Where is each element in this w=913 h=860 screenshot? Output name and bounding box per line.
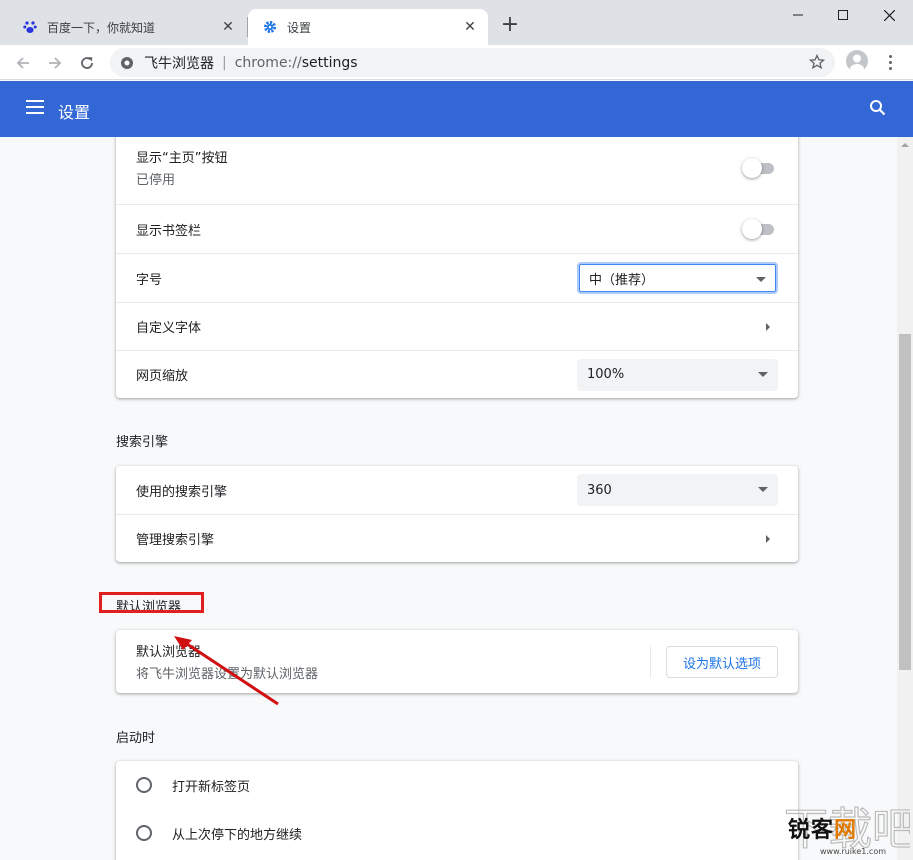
url-scheme: chrome:// bbox=[234, 54, 302, 71]
home-button-toggle[interactable] bbox=[742, 157, 774, 178]
startup-option-label: 从上次停下的地方继续 bbox=[172, 827, 303, 843]
search-engine-select[interactable]: 360 bbox=[577, 474, 778, 506]
annotation-arrow-icon bbox=[174, 636, 279, 706]
page-title: 设置 bbox=[58, 103, 91, 122]
search-engine-card: 使用的搜索引擎 360 管理搜索引擎 bbox=[116, 466, 798, 562]
startup-option-continue[interactable]: 从上次停下的地方继续 bbox=[116, 809, 798, 857]
search-engine-section-title: 搜索引擎 bbox=[116, 435, 169, 450]
address-bar[interactable]: 飞牛浏览器 | chrome://settings bbox=[110, 48, 835, 77]
startup-card: 打开新标签页 从上次停下的地方继续 bbox=[116, 761, 798, 860]
reload-icon[interactable] bbox=[74, 50, 100, 76]
font-size-value: 中（推荐） bbox=[589, 272, 655, 288]
font-size-label: 字号 bbox=[136, 272, 163, 288]
tab-title: 百度一下，你就知道 bbox=[47, 20, 156, 35]
tab-strip: 百度一下，你就知道 ✕ 设置 ✕ + bbox=[0, 0, 913, 45]
dropdown-caret-icon bbox=[756, 277, 766, 282]
radio-button[interactable] bbox=[136, 825, 152, 841]
watermark-brand-b: 网 bbox=[834, 818, 858, 843]
startup-section-title: 启动时 bbox=[116, 731, 156, 746]
custom-fonts-label: 自定义字体 bbox=[136, 321, 202, 336]
custom-fonts-row[interactable]: 自定义字体 bbox=[116, 302, 798, 350]
forward-arrow-icon[interactable] bbox=[42, 50, 68, 76]
new-tab-plus-icon[interactable]: + bbox=[499, 14, 521, 37]
url-path: settings bbox=[301, 54, 358, 71]
search-engine-value: 360 bbox=[587, 482, 612, 498]
settings-header: 设置 bbox=[0, 81, 913, 137]
bookmark-star-icon[interactable] bbox=[808, 53, 826, 70]
back-arrow-icon[interactable] bbox=[10, 50, 36, 76]
font-size-row: 字号 中（推荐） bbox=[116, 253, 798, 302]
chevron-right-icon bbox=[766, 322, 770, 331]
startup-option-label: 打开新标签页 bbox=[172, 779, 251, 795]
bookmarks-bar-toggle[interactable] bbox=[742, 219, 774, 239]
page-zoom-select[interactable]: 100% bbox=[577, 358, 778, 391]
scrollbar-thumb[interactable] bbox=[899, 334, 911, 670]
startup-option-new-tab[interactable]: 打开新标签页 bbox=[116, 761, 798, 809]
scrollbar[interactable] bbox=[897, 137, 913, 860]
site-name: 飞牛浏览器 bbox=[144, 55, 214, 72]
tab-title: 设置 bbox=[287, 20, 312, 35]
url-text: chrome://settings bbox=[235, 55, 358, 71]
profile-avatar-icon[interactable] bbox=[846, 50, 868, 72]
chevron-right-icon bbox=[766, 534, 770, 543]
tab-baidu[interactable]: 百度一下，你就知道 ✕ bbox=[8, 9, 246, 45]
search-icon[interactable] bbox=[869, 99, 887, 117]
close-tab-icon[interactable]: ✕ bbox=[220, 19, 236, 35]
home-button-row[interactable]: 显示“主页”按钮 已停用 bbox=[116, 137, 798, 204]
more-menu-icon[interactable] bbox=[882, 50, 898, 74]
close-tab-icon[interactable]: ✕ bbox=[462, 19, 478, 35]
watermark-brand-a: 锐客 bbox=[788, 818, 835, 843]
search-engine-label: 使用的搜索引擎 bbox=[136, 484, 228, 500]
tab-settings[interactable]: 设置 ✕ bbox=[248, 9, 488, 45]
appearance-card: 显示“主页”按钮 已停用 显示书签栏 字号 中（推荐） 自定义字体 网页缩放 1… bbox=[116, 137, 798, 398]
watermark-url: www.ruike1.com bbox=[820, 847, 887, 856]
page-zoom-value: 100% bbox=[587, 367, 625, 382]
manage-search-engines-row[interactable]: 管理搜索引擎 bbox=[116, 514, 798, 562]
manage-search-engines-label: 管理搜索引擎 bbox=[136, 533, 215, 548]
page-zoom-label: 网页缩放 bbox=[136, 369, 189, 384]
scroll-up-arrow-icon[interactable] bbox=[901, 143, 909, 147]
page-zoom-row: 网页缩放 100% bbox=[116, 350, 798, 398]
dropdown-caret-icon bbox=[758, 371, 768, 377]
home-button-label: 显示“主页”按钮 bbox=[136, 151, 228, 166]
font-size-select[interactable]: 中（推荐） bbox=[577, 262, 778, 294]
toolbar: 飞牛浏览器 | chrome://settings bbox=[0, 45, 913, 80]
make-default-button[interactable]: 设为默认选项 bbox=[666, 646, 778, 678]
home-button-status: 已停用 bbox=[136, 173, 176, 188]
hamburger-menu-icon[interactable] bbox=[26, 100, 44, 114]
row-divider bbox=[650, 646, 651, 678]
bookmarks-bar-label: 显示书签栏 bbox=[136, 223, 202, 239]
annotation-highlight-box bbox=[99, 592, 204, 613]
search-engine-row: 使用的搜索引擎 360 bbox=[116, 466, 798, 514]
minimize-icon[interactable] bbox=[775, 4, 821, 26]
gear-icon bbox=[262, 19, 278, 35]
close-window-icon[interactable] bbox=[866, 4, 912, 26]
dropdown-caret-icon bbox=[758, 487, 768, 492]
omnibox-separator: | bbox=[222, 54, 227, 71]
bookmarks-bar-row[interactable]: 显示书签栏 bbox=[116, 204, 798, 253]
settings-content: 显示“主页”按钮 已停用 显示书签栏 字号 中（推荐） 自定义字体 网页缩放 1… bbox=[0, 137, 897, 860]
chrome-page-icon bbox=[120, 56, 134, 70]
watermark-brand: 锐客网 bbox=[788, 812, 857, 844]
maximize-icon[interactable] bbox=[820, 4, 866, 26]
radio-button[interactable] bbox=[136, 777, 152, 793]
baidu-paw-icon bbox=[22, 19, 38, 35]
